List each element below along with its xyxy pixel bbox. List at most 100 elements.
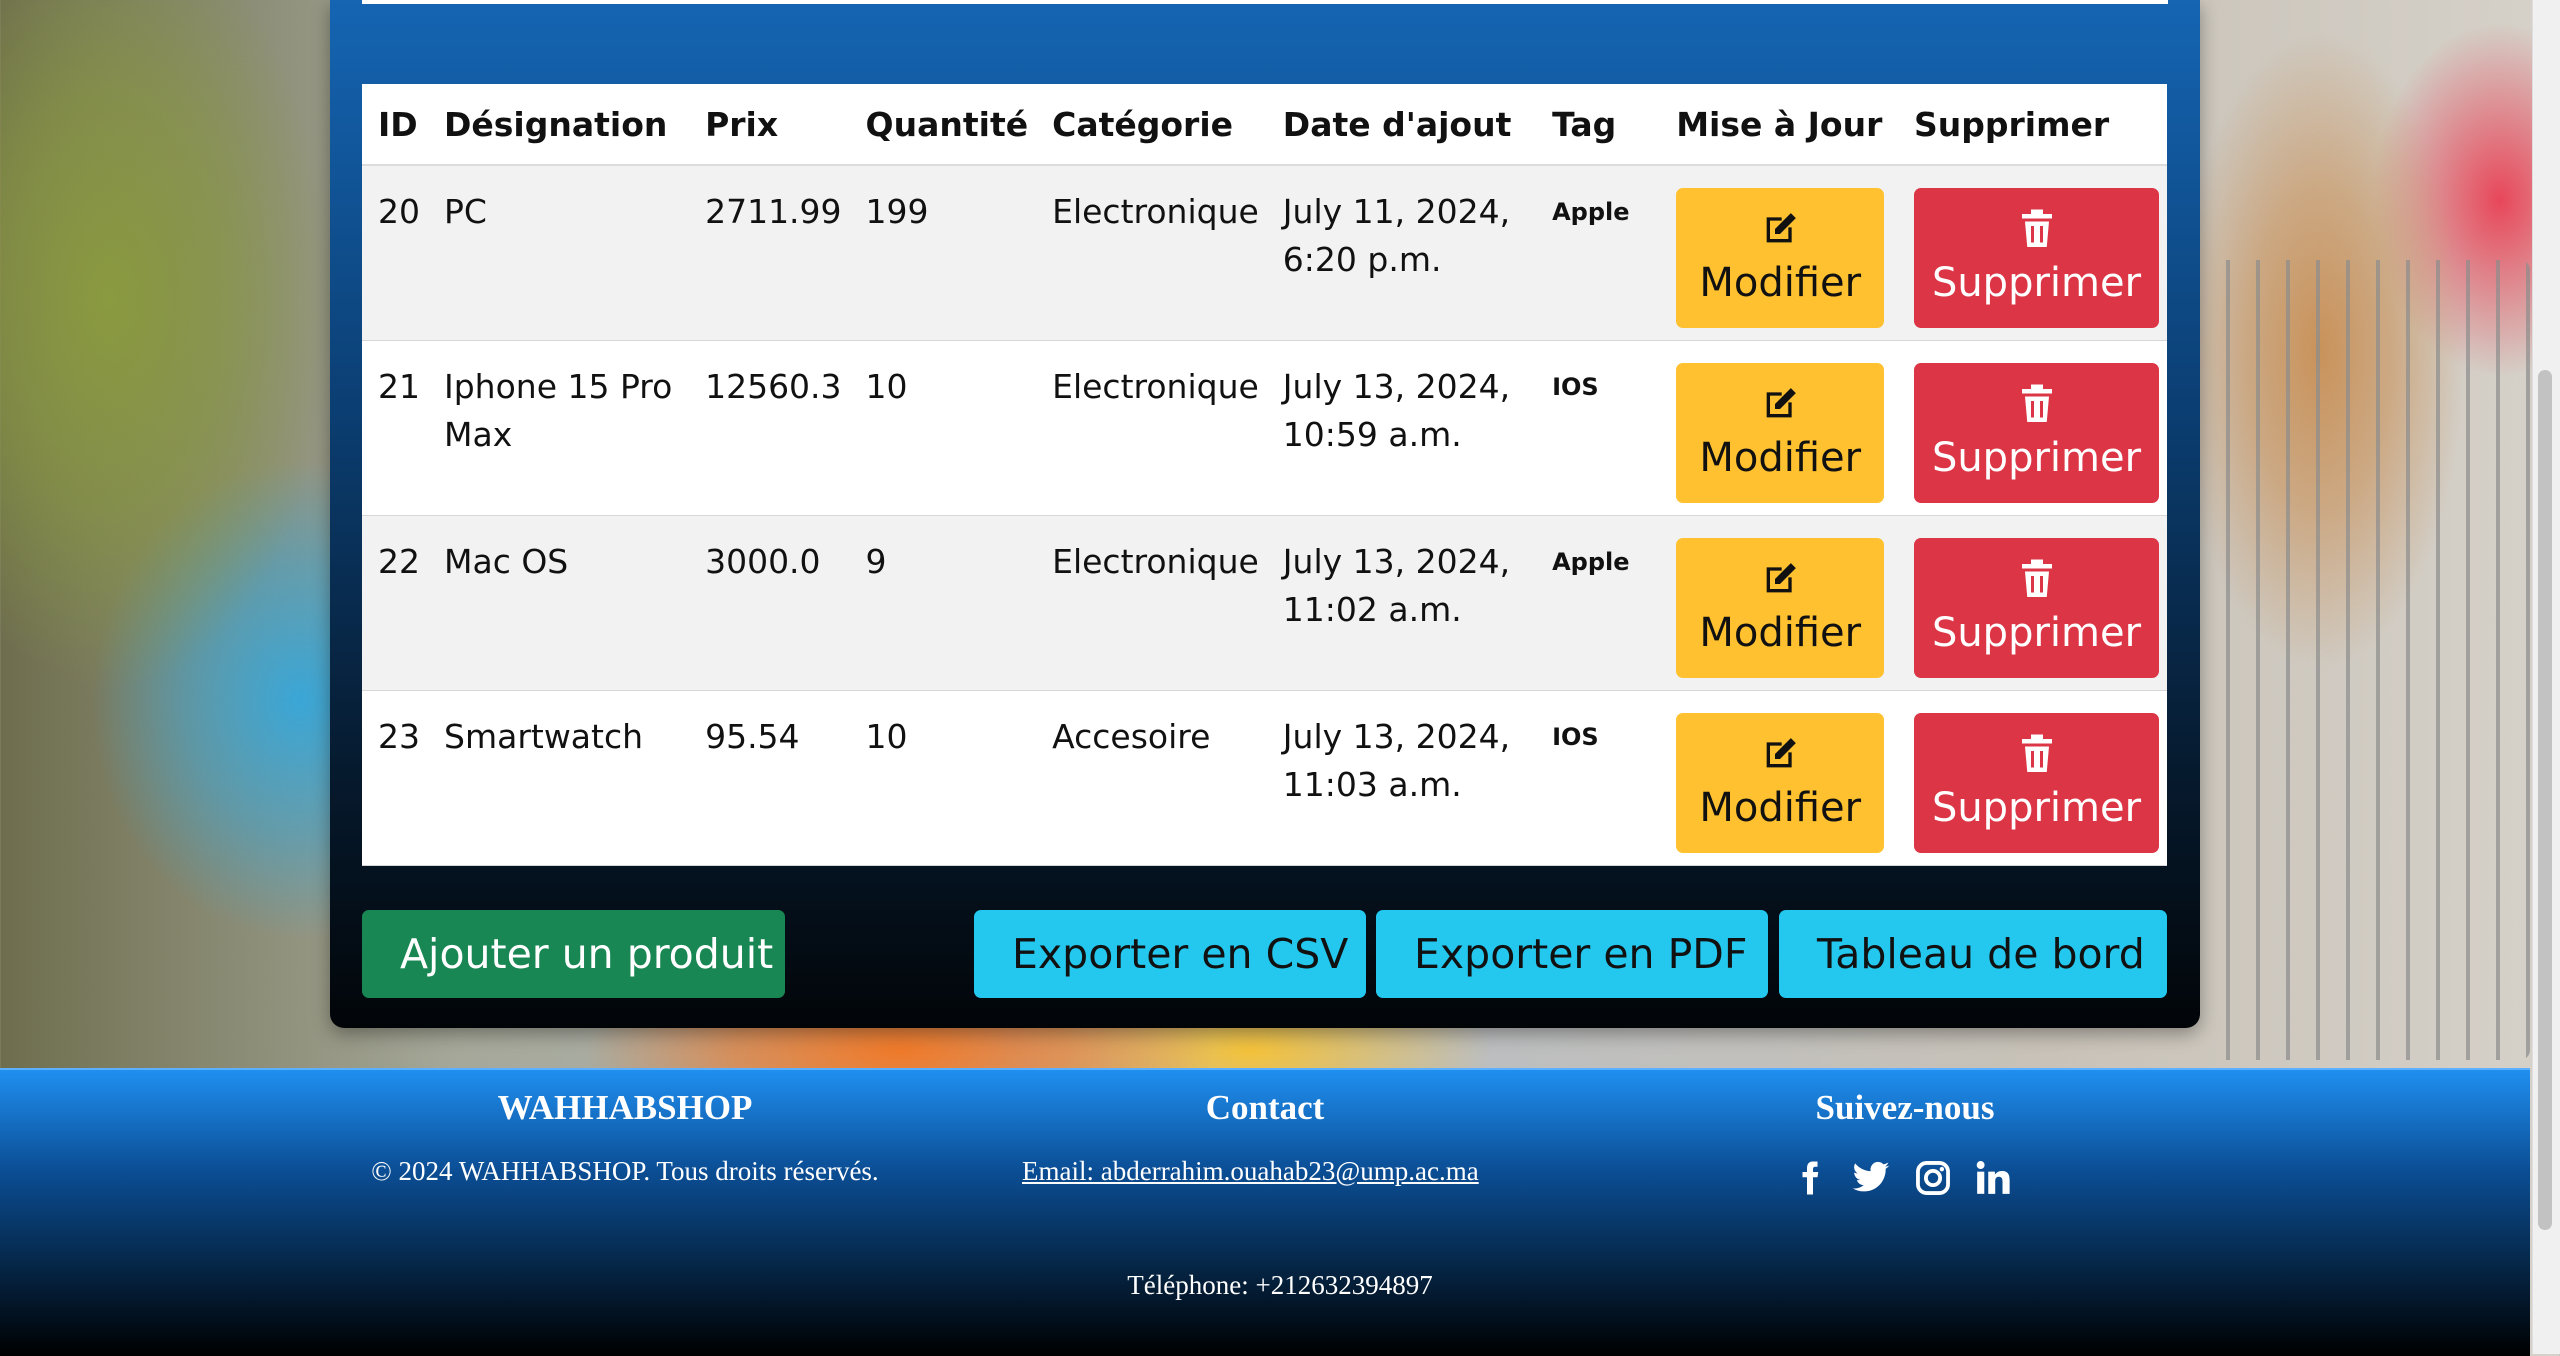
cell-quantite: 9 bbox=[849, 515, 1037, 691]
date-line: July 13, 2024, bbox=[1282, 542, 1511, 581]
footer-email-link[interactable]: Email: abderrahim.ouahab23@ump.ac.ma bbox=[1022, 1156, 1479, 1187]
trash-icon bbox=[2021, 734, 2052, 772]
edit-icon bbox=[1766, 388, 1797, 418]
cell-tag: Apple bbox=[1536, 165, 1661, 341]
delete-button[interactable]: Supprimer bbox=[1914, 713, 2159, 853]
cell-quantite: 10 bbox=[849, 690, 1037, 866]
time-line: 10:59 a.m. bbox=[1282, 415, 1462, 454]
cell-date: July 13, 2024, 11:02 a.m. bbox=[1266, 515, 1537, 691]
cell-quantite: 199 bbox=[849, 165, 1037, 341]
header-id: ID bbox=[362, 84, 428, 166]
cell-modify: Modifier bbox=[1660, 165, 1898, 341]
footer-phone: Téléphone: +212632394897 bbox=[1127, 1270, 1433, 1300]
table-row: 21 Iphone 15 Pro Max 12560.3 10 Electron… bbox=[362, 340, 2167, 516]
delete-label: Supprimer bbox=[1931, 260, 2142, 306]
header-designation: Désignation bbox=[428, 84, 690, 166]
cell-delete: Supprimer bbox=[1898, 690, 2167, 866]
edit-icon bbox=[1766, 213, 1797, 243]
modify-label: Modifier bbox=[1699, 260, 1862, 306]
dashboard-button[interactable]: Tableau de bord bbox=[1779, 910, 2167, 998]
site-footer: WAHHABSHOP © 2024 WAHHABSHOP. Tous droit… bbox=[0, 1068, 2530, 1356]
cell-designation: Mac OS bbox=[428, 515, 690, 691]
cell-quantite: 10 bbox=[849, 340, 1037, 516]
export-pdf-button[interactable]: Exporter en PDF bbox=[1376, 910, 1768, 998]
edit-icon bbox=[1766, 738, 1797, 768]
delete-button[interactable]: Supprimer bbox=[1914, 363, 2159, 503]
header-date: Date d'ajout bbox=[1266, 84, 1537, 166]
add-product-label: Ajouter un produit bbox=[400, 930, 774, 978]
header-mise-a-jour: Mise à Jour bbox=[1660, 84, 1898, 166]
cell-prix: 95.54 bbox=[689, 690, 850, 866]
background-cart-image bbox=[2200, 260, 2530, 1060]
social-links bbox=[1792, 1158, 2012, 1198]
twitter-icon[interactable] bbox=[1850, 1158, 1892, 1198]
table-row: 20 PC 2711.99 199 Electronique July 11, … bbox=[362, 165, 2167, 341]
scrollbar-thumb[interactable] bbox=[2538, 370, 2552, 1230]
cell-categorie: Electronique bbox=[1036, 340, 1267, 516]
cell-id: 21 bbox=[362, 340, 428, 516]
delete-label: Supprimer bbox=[1931, 610, 2142, 656]
footer-follow-title: Suivez-nous bbox=[1815, 1088, 1995, 1127]
dashboard-label: Tableau de bord bbox=[1817, 930, 2145, 978]
export-csv-button[interactable]: Exporter en CSV bbox=[974, 910, 1366, 998]
facebook-icon[interactable] bbox=[1792, 1158, 1828, 1198]
instagram-icon[interactable] bbox=[1914, 1158, 1952, 1198]
time-line: 11:02 a.m. bbox=[1282, 590, 1462, 629]
modify-label: Modifier bbox=[1699, 785, 1862, 831]
cell-date: July 13, 2024, 10:59 a.m. bbox=[1266, 340, 1537, 516]
modify-button[interactable]: Modifier bbox=[1676, 713, 1885, 853]
cell-date: July 11, 2024, 6:20 p.m. bbox=[1266, 165, 1537, 341]
footer-copyright: © 2024 WAHHABSHOP. Tous droits réservés. bbox=[371, 1156, 879, 1186]
cell-designation: Iphone 15 Pro Max bbox=[428, 340, 690, 516]
header-quantite: Quantité bbox=[849, 84, 1037, 166]
cell-categorie: Electronique bbox=[1036, 515, 1267, 691]
cell-prix: 3000.0 bbox=[689, 515, 850, 691]
time-line: 11:03 a.m. bbox=[1282, 765, 1462, 804]
cell-tag: IOS bbox=[1536, 690, 1661, 866]
modify-label: Modifier bbox=[1699, 610, 1862, 656]
trash-icon bbox=[2021, 209, 2052, 247]
delete-button[interactable]: Supprimer bbox=[1914, 188, 2159, 328]
cell-delete: Supprimer bbox=[1898, 340, 2167, 516]
trash-icon bbox=[2021, 559, 2052, 597]
linkedin-icon[interactable] bbox=[1974, 1158, 2012, 1198]
export-csv-label: Exporter en CSV bbox=[1012, 930, 1349, 978]
edit-icon bbox=[1766, 563, 1797, 593]
header-categorie: Catégorie bbox=[1036, 84, 1267, 166]
export-pdf-label: Exporter en PDF bbox=[1414, 930, 1748, 978]
cell-designation: PC bbox=[428, 165, 690, 341]
cell-delete: Supprimer bbox=[1898, 515, 2167, 691]
header-tag: Tag bbox=[1536, 84, 1661, 166]
cell-modify: Modifier bbox=[1660, 515, 1898, 691]
time-line: 6:20 p.m. bbox=[1282, 240, 1442, 279]
date-line: July 11, 2024, bbox=[1282, 192, 1511, 231]
footer-brand-title: WAHHABSHOP bbox=[497, 1088, 753, 1127]
cell-tag: IOS bbox=[1536, 340, 1661, 516]
delete-label: Supprimer bbox=[1931, 785, 2142, 831]
cell-id: 22 bbox=[362, 515, 428, 691]
cell-date: July 13, 2024, 11:03 a.m. bbox=[1266, 690, 1537, 866]
cell-id: 23 bbox=[362, 690, 428, 866]
delete-label: Supprimer bbox=[1931, 435, 2142, 481]
header-prix: Prix bbox=[689, 84, 850, 166]
date-line: July 13, 2024, bbox=[1282, 367, 1511, 406]
footer-contact-title: Contact bbox=[1205, 1088, 1325, 1127]
cell-modify: Modifier bbox=[1660, 690, 1898, 866]
modify-button[interactable]: Modifier bbox=[1676, 188, 1885, 328]
previous-table-edge bbox=[362, 0, 2168, 4]
cell-modify: Modifier bbox=[1660, 340, 1898, 516]
modify-button[interactable]: Modifier bbox=[1676, 538, 1885, 678]
table-row: 23 Smartwatch 95.54 10 Accesoire July 13… bbox=[362, 690, 2167, 866]
table-header-row: ID Désignation Prix Quantité Catégorie D… bbox=[362, 84, 2167, 166]
date-line: July 13, 2024, bbox=[1282, 717, 1511, 756]
cell-prix: 12560.3 bbox=[689, 340, 850, 516]
cell-designation: Smartwatch bbox=[428, 690, 690, 866]
table-row: 22 Mac OS 3000.0 9 Electronique July 13,… bbox=[362, 515, 2167, 691]
add-product-button[interactable]: Ajouter un produit bbox=[362, 910, 785, 998]
cell-tag: Apple bbox=[1536, 515, 1661, 691]
cell-prix: 2711.99 bbox=[689, 165, 850, 341]
products-table: ID Désignation Prix Quantité Catégorie D… bbox=[362, 84, 2167, 866]
cell-categorie: Accesoire bbox=[1036, 690, 1267, 866]
modify-button[interactable]: Modifier bbox=[1676, 363, 1885, 503]
delete-button[interactable]: Supprimer bbox=[1914, 538, 2159, 678]
